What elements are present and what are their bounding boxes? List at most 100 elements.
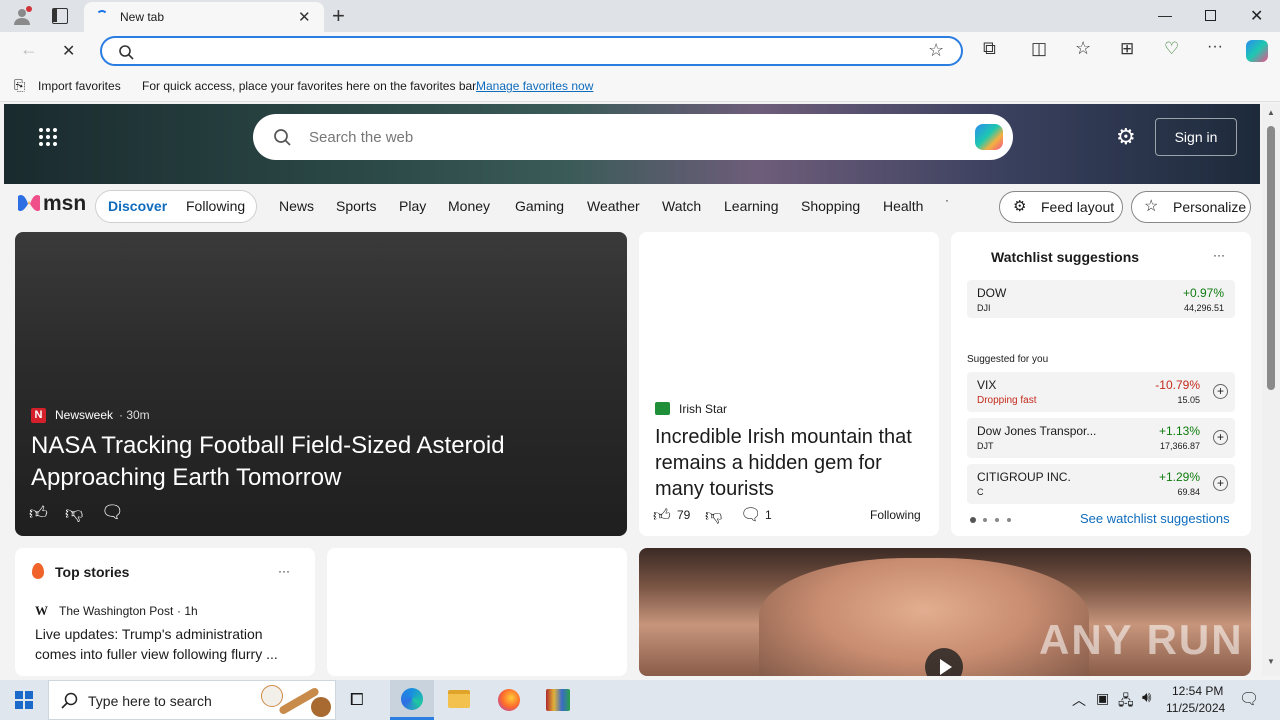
like-icon[interactable]: 👍︎ <box>653 505 671 526</box>
irish-star-logo-icon <box>655 402 670 415</box>
nav-news[interactable]: News <box>279 198 314 214</box>
nav-watch[interactable]: Watch <box>662 198 701 214</box>
tab-new-tab[interactable]: New tab ✕ <box>84 2 324 32</box>
sign-in-button[interactable]: Sign in <box>1155 118 1237 156</box>
clock-time[interactable]: 12:54 PM <box>1172 684 1223 698</box>
import-icon: ⎘ <box>14 77 26 93</box>
nav-play[interactable]: Play <box>399 198 426 214</box>
nav-overflow-dot[interactable]: · <box>945 193 949 207</box>
nav-weather[interactable]: Weather <box>587 198 640 214</box>
profile-icon[interactable] <box>12 6 32 26</box>
search-icon <box>274 129 291 146</box>
stock-price: 15.05 <box>1177 395 1200 405</box>
stop-icon[interactable]: ✕ <box>62 41 75 61</box>
stock-row-dow[interactable]: DOW DJI +0.97% 44,296.51 <box>967 280 1235 318</box>
app-taskbar-icon[interactable] <box>546 689 570 711</box>
new-tab-icon[interactable]: + <box>332 3 345 29</box>
stock-name: VIX <box>977 378 997 392</box>
copilot-icon[interactable] <box>1246 40 1268 62</box>
performance-icon[interactable]: ♡ <box>1164 39 1179 59</box>
nav-shopping[interactable]: Shopping <box>801 198 860 214</box>
manage-favorites-link[interactable]: Manage favorites now <box>476 79 593 93</box>
personalize-button[interactable]: ☆ Personalize <box>1131 191 1251 223</box>
settings-gear-icon[interactable]: ⚙ <box>1116 124 1136 150</box>
extensions-icon[interactable]: ⧉ <box>983 38 996 59</box>
scroll-up-icon[interactable]: ▲ <box>1267 108 1275 117</box>
restore-icon[interactable] <box>1205 10 1216 21</box>
tab-following[interactable]: Following <box>186 198 245 214</box>
stock-ticker: DJI <box>977 303 991 313</box>
stock-row-djt[interactable]: Dow Jones Transpor... DJT +1.13% 17,366.… <box>967 418 1235 458</box>
firefox-icon[interactable] <box>498 689 520 711</box>
following-label[interactable]: Following <box>870 508 921 522</box>
nav-health[interactable]: Health <box>883 198 923 214</box>
copilot-icon[interactable] <box>975 124 1003 150</box>
import-favorites-button[interactable]: Import favorites <box>38 79 121 93</box>
top-stories-more-icon[interactable]: ··· <box>278 564 290 578</box>
comment-icon[interactable]: 🗨︎ <box>101 502 124 523</box>
taskbar-search[interactable]: Type here to search <box>48 680 336 720</box>
dislike-icon[interactable]: 👎︎ <box>705 505 722 526</box>
video-card[interactable]: ANY RUN <box>639 548 1251 676</box>
see-watchlist-link[interactable]: See watchlist suggestions <box>1080 511 1230 526</box>
stock-change: -10.79% <box>1155 378 1200 392</box>
comment-icon[interactable]: 🗨︎ <box>740 505 762 525</box>
minimize-icon[interactable]: — <box>1158 7 1172 23</box>
collections-icon[interactable]: ⊞ <box>1120 39 1134 59</box>
story-headline[interactable]: Live updates: Trump's administration com… <box>35 624 297 664</box>
hero-headline[interactable]: NASA Tracking Football Field-Sized Aster… <box>31 430 591 494</box>
loading-icon <box>96 10 108 22</box>
edge-taskbar-icon[interactable] <box>390 680 434 720</box>
nav-gaming[interactable]: Gaming <box>515 198 564 214</box>
network-icon[interactable]: 🖧︎ <box>1118 690 1134 714</box>
settings-more-icon[interactable]: ··· <box>1207 38 1223 56</box>
favorites-icon[interactable]: ☆ <box>1075 38 1091 59</box>
add-stock-icon[interactable]: + <box>1213 384 1228 399</box>
favorite-star-icon[interactable]: ☆ <box>928 40 944 61</box>
search-placeholder: Search the web <box>309 129 414 146</box>
msn-search-box[interactable]: Search the web <box>253 114 1013 160</box>
play-icon[interactable] <box>925 648 963 676</box>
feed-layout-button[interactable]: ⚙ Feed layout <box>999 191 1123 223</box>
add-stock-icon[interactable]: + <box>1213 430 1228 445</box>
file-explorer-icon[interactable] <box>448 690 470 708</box>
irish-headline[interactable]: Incredible Irish mountain that remains a… <box>655 424 923 502</box>
irish-star-card[interactable]: Irish Star Incredible Irish mountain tha… <box>639 232 939 536</box>
device-icon[interactable]: ▣ <box>1096 690 1109 707</box>
nav-learning[interactable]: Learning <box>724 198 779 214</box>
top-stories-card: Top stories ··· W The Washington Post · … <box>15 548 315 676</box>
like-icon[interactable]: 👍︎ <box>29 502 48 524</box>
tab-discover[interactable]: Discover <box>108 198 167 214</box>
irish-source: Irish Star <box>679 402 728 416</box>
page-scrollbar[interactable]: ▲ ▼ <box>1262 104 1280 676</box>
stock-change: +1.13% <box>1158 424 1200 438</box>
split-screen-icon[interactable]: ◫ <box>1031 39 1047 59</box>
tab-actions-icon[interactable] <box>52 8 68 24</box>
window-close-icon[interactable]: ✕ <box>1250 6 1263 26</box>
task-view-icon[interactable]: ⧠ <box>350 690 364 710</box>
watchlist-more-icon[interactable]: ··· <box>1213 248 1225 262</box>
notifications-icon[interactable]: 🗨︎ <box>1239 689 1259 709</box>
address-bar[interactable]: ☆ <box>100 36 963 66</box>
scroll-thumb[interactable] <box>1267 126 1275 390</box>
nav-money[interactable]: Money <box>448 198 490 214</box>
watchlist-title: Watchlist suggestions <box>991 249 1140 265</box>
stock-row-citigroup[interactable]: CITIGROUP INC. C +1.29% 69.84 + <box>967 464 1235 504</box>
nav-sports[interactable]: Sports <box>336 198 376 214</box>
tab-title: New tab <box>120 10 165 24</box>
dislike-icon[interactable]: 👎︎ <box>65 502 83 524</box>
top-stories-title: Top stories <box>55 564 130 580</box>
pagination-dots[interactable] <box>970 517 1014 523</box>
show-hidden-icons[interactable]: ︿ <box>1072 690 1086 710</box>
hero-news-card[interactable]: N Newsweek · 30m NASA Tracking Football … <box>15 232 627 536</box>
newsweek-logo-icon: N <box>31 408 46 423</box>
apps-grid-icon[interactable] <box>38 127 58 147</box>
scroll-down-icon[interactable]: ▼ <box>1267 657 1275 666</box>
clock-date[interactable]: 11/25/2024 <box>1166 701 1225 715</box>
windows-start-icon[interactable] <box>15 691 33 709</box>
back-icon[interactable]: ← <box>20 39 38 60</box>
close-tab-icon[interactable]: ✕ <box>298 8 311 26</box>
add-stock-icon[interactable]: + <box>1213 476 1228 491</box>
stock-row-vix[interactable]: VIX Dropping fast -10.79% 15.05 + <box>967 372 1235 412</box>
volume-icon[interactable]: 🔊︎ <box>1142 689 1151 706</box>
